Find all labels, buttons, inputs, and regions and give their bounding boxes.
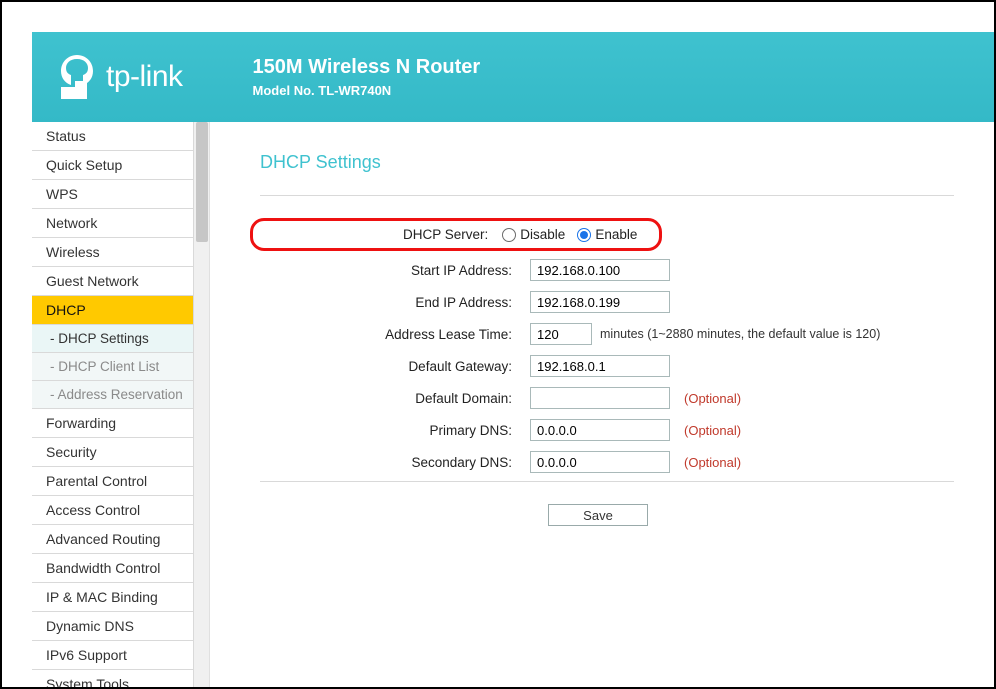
sidebar-item-dynamic-dns[interactable]: Dynamic DNS (32, 612, 193, 641)
lease-time-input[interactable] (530, 323, 592, 345)
divider (260, 195, 954, 196)
sidebar-item-bandwidth-control[interactable]: Bandwidth Control (32, 554, 193, 583)
save-button[interactable]: Save (548, 504, 648, 526)
optional-hint: (Optional) (684, 391, 741, 406)
label-lease-time: Address Lease Time: (260, 327, 530, 342)
end-ip-input[interactable] (530, 291, 670, 313)
primary-dns-input[interactable] (530, 419, 670, 441)
model-number: Model No. TL-WR740N (253, 83, 481, 98)
radio-enable[interactable]: Enable (577, 227, 637, 242)
sidebar-item-forwarding[interactable]: Forwarding (32, 409, 193, 438)
sidebar-item-status[interactable]: Status (32, 122, 193, 151)
label-end-ip: End IP Address: (260, 295, 530, 310)
radio-disable[interactable]: Disable (502, 227, 565, 242)
sidebar-item-advanced-routing[interactable]: Advanced Routing (32, 525, 193, 554)
lease-time-hint: minutes (1~2880 minutes, the default val… (600, 327, 880, 341)
divider (260, 481, 954, 482)
sidebar-item-ipv6-support[interactable]: IPv6 Support (32, 641, 193, 670)
sidebar-item-guest-network[interactable]: Guest Network (32, 267, 193, 296)
sidebar-scrollbar[interactable] (194, 122, 210, 687)
sidebar-item-network[interactable]: Network (32, 209, 193, 238)
highlight-annotation: DHCP Server: Disable Enable (250, 218, 662, 251)
sidebar-item-security[interactable]: Security (32, 438, 193, 467)
label-default-domain: Default Domain: (260, 391, 530, 406)
default-domain-input[interactable] (530, 387, 670, 409)
sidebar-item-dhcp[interactable]: DHCP (32, 296, 193, 325)
start-ip-input[interactable] (530, 259, 670, 281)
sidebar: StatusQuick SetupWPSNetworkWirelessGuest… (32, 122, 194, 687)
sidebar-item-quick-setup[interactable]: Quick Setup (32, 151, 193, 180)
sidebar-item-wireless[interactable]: Wireless (32, 238, 193, 267)
sidebar-item-system-tools[interactable]: System Tools (32, 670, 193, 687)
secondary-dns-input[interactable] (530, 451, 670, 473)
header: tp-link 150M Wireless N Router Model No.… (32, 32, 994, 122)
optional-hint: (Optional) (684, 455, 741, 470)
sidebar-item-dhcp-client-list[interactable]: - DHCP Client List (32, 353, 193, 381)
page-title: DHCP Settings (260, 152, 954, 173)
sidebar-item-ip-mac-binding[interactable]: IP & MAC Binding (32, 583, 193, 612)
product-title: 150M Wireless N Router (253, 56, 481, 79)
tp-link-logo-icon (56, 53, 98, 101)
main-content: DHCP Settings DHCP Server: Disable (210, 122, 994, 687)
radio-circle-icon (502, 228, 516, 242)
sidebar-item-access-control[interactable]: Access Control (32, 496, 193, 525)
sidebar-item-dhcp-settings[interactable]: - DHCP Settings (32, 325, 193, 353)
label-primary-dns: Primary DNS: (260, 423, 530, 438)
row-dhcp-server: DHCP Server: Disable Enable (260, 218, 954, 251)
default-gateway-input[interactable] (530, 355, 670, 377)
dhcp-form: DHCP Server: Disable Enable (260, 218, 954, 475)
brand-name: tp-link (106, 60, 183, 94)
label-dhcp-server: DHCP Server: (403, 227, 488, 242)
sidebar-item-wps[interactable]: WPS (32, 180, 193, 209)
header-titles: 150M Wireless N Router Model No. TL-WR74… (253, 56, 481, 98)
sidebar-item-parental-control[interactable]: Parental Control (32, 467, 193, 496)
radio-circle-checked-icon (577, 228, 591, 242)
label-start-ip: Start IP Address: (260, 263, 530, 278)
label-default-gateway: Default Gateway: (260, 359, 530, 374)
label-secondary-dns: Secondary DNS: (260, 455, 530, 470)
sidebar-item-address-reservation[interactable]: - Address Reservation (32, 381, 193, 409)
optional-hint: (Optional) (684, 423, 741, 438)
scrollbar-thumb[interactable] (196, 122, 208, 242)
brand-logo: tp-link (56, 53, 183, 101)
